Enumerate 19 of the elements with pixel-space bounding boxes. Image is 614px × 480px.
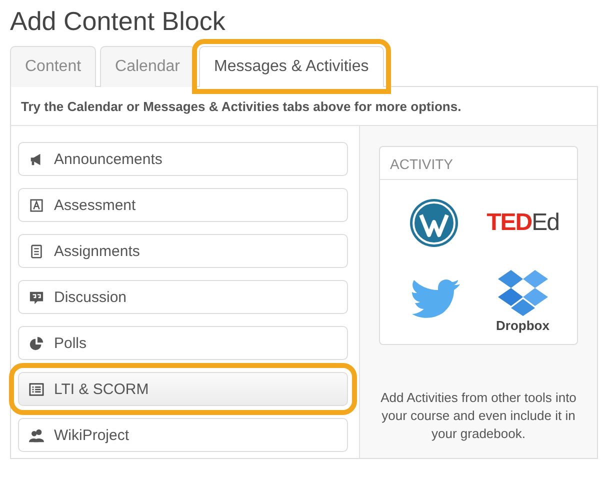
round-logo-icon[interactable]	[409, 198, 460, 248]
pie-chart-icon	[29, 336, 44, 350]
box-logo[interactable]: Dropbox	[496, 268, 550, 332]
quote-bubble-icon	[29, 290, 44, 304]
content-type-button[interactable]: Announcements	[18, 142, 348, 176]
document-icon	[29, 244, 44, 258]
people-icon	[29, 428, 44, 442]
content-type-button[interactable]: Polls	[18, 326, 348, 360]
card-heading: ACTIVITY	[380, 147, 577, 180]
content-type-button[interactable]: Assessment	[18, 188, 348, 222]
content-type-button[interactable]: WikiProject	[18, 418, 348, 452]
open-box-icon	[496, 268, 549, 318]
activity-note: Add Activities from other tools into your course and even include it in your gradebook.	[380, 389, 578, 443]
page-title: Add Content Block	[10, 6, 226, 36]
content-type-button[interactable]: Discussion	[18, 280, 348, 314]
list-icon	[29, 382, 44, 396]
letter-square-icon	[29, 198, 44, 212]
logo-wordmark[interactable]: TEDEd	[486, 209, 559, 237]
content-type-button[interactable]: Assignments	[18, 234, 348, 268]
